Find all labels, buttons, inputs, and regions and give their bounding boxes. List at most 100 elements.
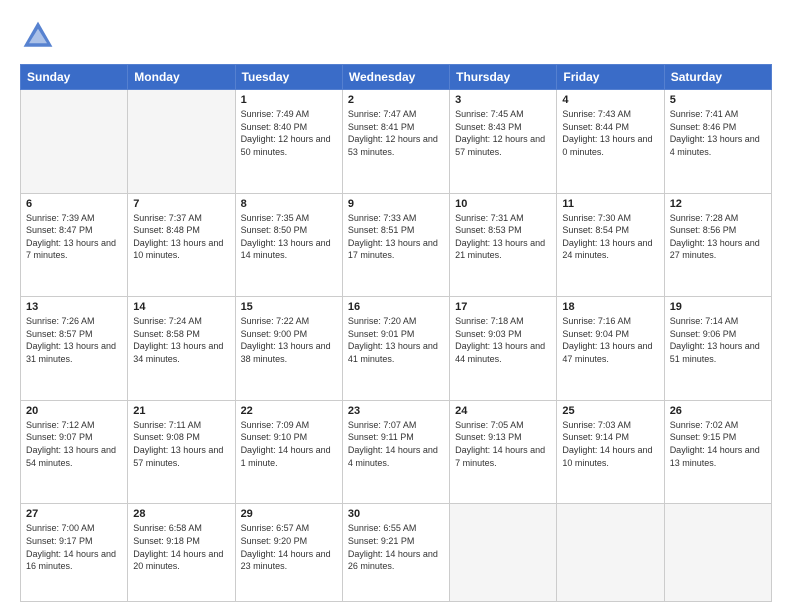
calendar-cell: 14Sunrise: 7:24 AM Sunset: 8:58 PM Dayli… (128, 297, 235, 401)
calendar-cell (21, 90, 128, 194)
calendar-cell: 23 Sunrise: 7:07 AM Sunset: 9:11 PM Dayli… (342, 400, 449, 504)
day-number: 26 (670, 405, 766, 417)
calendar-cell: 21 Sunrise: 7:11 AM Sunset: 9:08 PM Dayli… (128, 400, 235, 504)
weekday-header-row: SundayMondayTuesdayWednesdayThursdayFrid… (21, 65, 772, 90)
weekday-header-wednesday: Wednesday (342, 65, 449, 90)
calendar-cell: 5 Sunrise: 7:41 AM Sunset: 8:46 PM Daylig… (664, 90, 771, 194)
day-info: Sunrise: 7:12 AM Sunset: 9:07 PM Dayligh… (26, 419, 122, 469)
day-info: Sunrise: 7:16 AM Sunset: 9:04 PM Dayligh… (562, 315, 658, 365)
calendar-cell: 26 Sunrise: 7:02 AM Sunset: 9:15 PM Dayli… (664, 400, 771, 504)
weekday-header-tuesday: Tuesday (235, 65, 342, 90)
calendar-cell: 3Sunrise: 7:45 AM Sunset: 8:43 PM Daylig… (450, 90, 557, 194)
day-info: Sunrise: 7:37 AM Sunset: 8:48 PM Dayligh… (133, 212, 229, 262)
day-number: 18 (562, 301, 658, 313)
day-number: 4 (562, 94, 658, 106)
calendar-cell: 29 Sunrise: 6:57 AM Sunset: 9:20 PM Dayli… (235, 504, 342, 602)
day-number: 9 (348, 198, 444, 210)
day-number: 30 (348, 508, 444, 520)
day-number: 1 (241, 94, 337, 106)
calendar-cell: 18 Sunrise: 7:16 AM Sunset: 9:04 PM Dayli… (557, 297, 664, 401)
calendar-table: SundayMondayTuesdayWednesdayThursdayFrid… (20, 64, 772, 602)
day-number: 21 (133, 405, 229, 417)
day-info: Sunrise: 7:30 AM Sunset: 8:54 PM Dayligh… (562, 212, 658, 262)
weekday-header-friday: Friday (557, 65, 664, 90)
day-number: 3 (455, 94, 551, 106)
calendar-cell: 28 Sunrise: 6:58 AM Sunset: 9:18 PM Dayli… (128, 504, 235, 602)
day-info: Sunrise: 7:35 AM Sunset: 8:50 PM Dayligh… (241, 212, 337, 262)
calendar-cell: 16 Sunrise: 7:20 AM Sunset: 9:01 PM Dayli… (342, 297, 449, 401)
logo (20, 18, 60, 54)
day-number: 8 (241, 198, 337, 210)
day-info: Sunrise: 7:24 AM Sunset: 8:58 PM Dayligh… (133, 315, 229, 365)
calendar-cell: 22 Sunrise: 7:09 AM Sunset: 9:10 PM Dayli… (235, 400, 342, 504)
day-number: 25 (562, 405, 658, 417)
calendar-cell (557, 504, 664, 602)
day-info: Sunrise: 6:58 AM Sunset: 9:18 PM Dayligh… (133, 522, 229, 572)
calendar-cell: 15 Sunrise: 7:22 AM Sunset: 9:00 PM Dayli… (235, 297, 342, 401)
day-number: 11 (562, 198, 658, 210)
day-info: Sunrise: 7:14 AM Sunset: 9:06 PM Dayligh… (670, 315, 766, 365)
calendar-cell: 25 Sunrise: 7:03 AM Sunset: 9:14 PM Dayli… (557, 400, 664, 504)
day-info: Sunrise: 7:20 AM Sunset: 9:01 PM Dayligh… (348, 315, 444, 365)
day-info: Sunrise: 7:05 AM Sunset: 9:13 PM Dayligh… (455, 419, 551, 469)
day-info: Sunrise: 7:22 AM Sunset: 9:00 PM Dayligh… (241, 315, 337, 365)
calendar-cell: 27 Sunrise: 7:00 AM Sunset: 9:17 PM Dayli… (21, 504, 128, 602)
day-number: 2 (348, 94, 444, 106)
logo-icon (20, 18, 56, 54)
day-info: Sunrise: 7:11 AM Sunset: 9:08 PM Dayligh… (133, 419, 229, 469)
day-info: Sunrise: 7:09 AM Sunset: 9:10 PM Dayligh… (241, 419, 337, 469)
day-info: Sunrise: 7:39 AM Sunset: 8:47 PM Dayligh… (26, 212, 122, 262)
week-row-3: 20Sunrise: 7:12 AM Sunset: 9:07 PM Dayli… (21, 400, 772, 504)
calendar-cell: 12 Sunrise: 7:28 AM Sunset: 8:56 PM Dayli… (664, 193, 771, 297)
day-number: 27 (26, 508, 122, 520)
calendar-cell: 13Sunrise: 7:26 AM Sunset: 8:57 PM Dayli… (21, 297, 128, 401)
calendar-cell (664, 504, 771, 602)
calendar-cell: 9 Sunrise: 7:33 AM Sunset: 8:51 PM Daylig… (342, 193, 449, 297)
day-info: Sunrise: 6:57 AM Sunset: 9:20 PM Dayligh… (241, 522, 337, 572)
calendar-cell: 10Sunrise: 7:31 AM Sunset: 8:53 PM Dayli… (450, 193, 557, 297)
page: SundayMondayTuesdayWednesdayThursdayFrid… (0, 0, 792, 612)
day-info: Sunrise: 7:07 AM Sunset: 9:11 PM Dayligh… (348, 419, 444, 469)
day-number: 19 (670, 301, 766, 313)
day-info: Sunrise: 7:18 AM Sunset: 9:03 PM Dayligh… (455, 315, 551, 365)
weekday-header-saturday: Saturday (664, 65, 771, 90)
calendar-cell (128, 90, 235, 194)
calendar-cell: 19 Sunrise: 7:14 AM Sunset: 9:06 PM Dayli… (664, 297, 771, 401)
day-number: 17 (455, 301, 551, 313)
week-row-0: 1 Sunrise: 7:49 AM Sunset: 8:40 PM Daylig… (21, 90, 772, 194)
calendar-cell: 17 Sunrise: 7:18 AM Sunset: 9:03 PM Dayli… (450, 297, 557, 401)
day-number: 5 (670, 94, 766, 106)
day-info: Sunrise: 7:41 AM Sunset: 8:46 PM Dayligh… (670, 108, 766, 158)
day-number: 22 (241, 405, 337, 417)
calendar-cell (450, 504, 557, 602)
day-number: 28 (133, 508, 229, 520)
day-info: Sunrise: 7:43 AM Sunset: 8:44 PM Dayligh… (562, 108, 658, 158)
day-number: 23 (348, 405, 444, 417)
day-number: 10 (455, 198, 551, 210)
calendar-cell: 30Sunrise: 6:55 AM Sunset: 9:21 PM Dayli… (342, 504, 449, 602)
day-info: Sunrise: 7:03 AM Sunset: 9:14 PM Dayligh… (562, 419, 658, 469)
calendar-cell: 2Sunrise: 7:47 AM Sunset: 8:41 PM Daylig… (342, 90, 449, 194)
day-number: 12 (670, 198, 766, 210)
day-number: 6 (26, 198, 122, 210)
day-info: Sunrise: 7:28 AM Sunset: 8:56 PM Dayligh… (670, 212, 766, 262)
calendar-cell: 6 Sunrise: 7:39 AM Sunset: 8:47 PM Daylig… (21, 193, 128, 297)
week-row-2: 13Sunrise: 7:26 AM Sunset: 8:57 PM Dayli… (21, 297, 772, 401)
calendar-cell: 11 Sunrise: 7:30 AM Sunset: 8:54 PM Dayli… (557, 193, 664, 297)
calendar-cell: 24Sunrise: 7:05 AM Sunset: 9:13 PM Dayli… (450, 400, 557, 504)
day-info: Sunrise: 7:33 AM Sunset: 8:51 PM Dayligh… (348, 212, 444, 262)
day-number: 29 (241, 508, 337, 520)
day-number: 7 (133, 198, 229, 210)
week-row-1: 6 Sunrise: 7:39 AM Sunset: 8:47 PM Daylig… (21, 193, 772, 297)
day-info: Sunrise: 7:00 AM Sunset: 9:17 PM Dayligh… (26, 522, 122, 572)
day-info: Sunrise: 7:49 AM Sunset: 8:40 PM Dayligh… (241, 108, 337, 158)
calendar-cell: 1 Sunrise: 7:49 AM Sunset: 8:40 PM Daylig… (235, 90, 342, 194)
day-number: 16 (348, 301, 444, 313)
calendar-cell: 20Sunrise: 7:12 AM Sunset: 9:07 PM Dayli… (21, 400, 128, 504)
day-number: 15 (241, 301, 337, 313)
day-info: Sunrise: 7:02 AM Sunset: 9:15 PM Dayligh… (670, 419, 766, 469)
day-number: 13 (26, 301, 122, 313)
weekday-header-monday: Monday (128, 65, 235, 90)
week-row-4: 27 Sunrise: 7:00 AM Sunset: 9:17 PM Dayli… (21, 504, 772, 602)
weekday-header-thursday: Thursday (450, 65, 557, 90)
